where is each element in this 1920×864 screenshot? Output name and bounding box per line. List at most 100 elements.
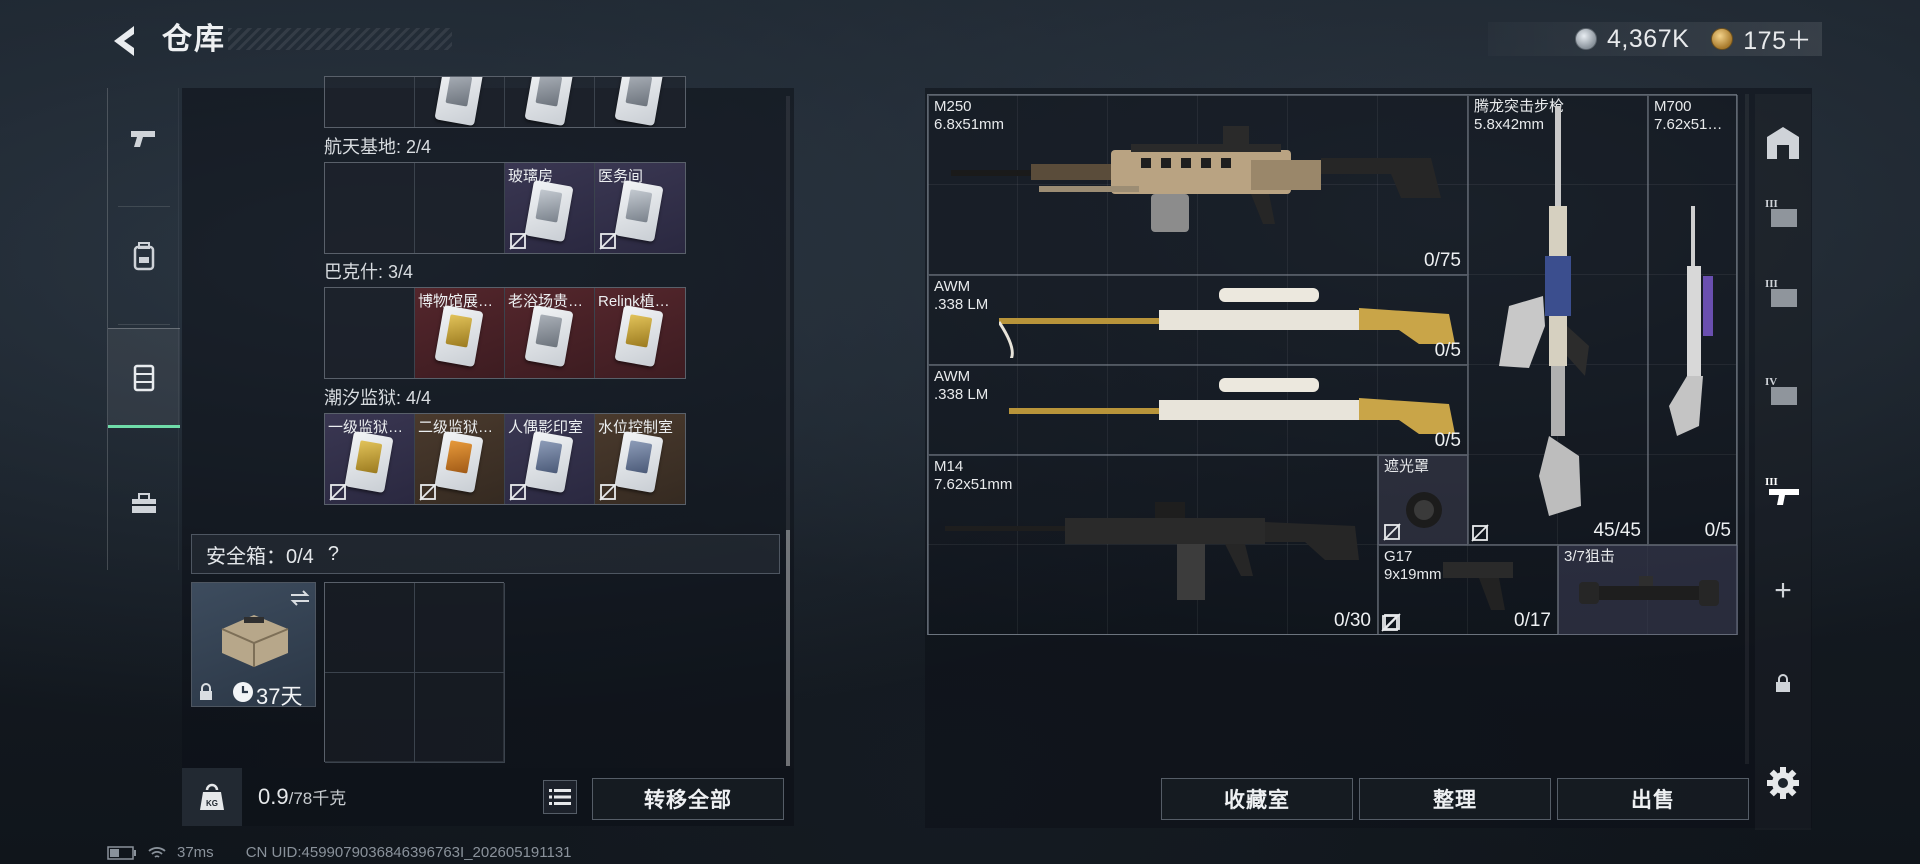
- nav-weapon-tier-3[interactable]: III: [1755, 456, 1811, 526]
- nav-home-base[interactable]: [1755, 108, 1811, 178]
- ammo-count: 0/30: [1334, 610, 1371, 631]
- currency-bar: 4,367K 175＋: [1488, 22, 1822, 56]
- key-slot[interactable]: 老浴场贵…: [505, 288, 595, 378]
- nav-container-tab[interactable]: [108, 328, 180, 428]
- keycard-icon: [614, 77, 664, 127]
- safe-slot-empty[interactable]: [415, 583, 505, 673]
- sort-button[interactable]: 整理: [1359, 778, 1551, 820]
- keycard-icon: [434, 430, 484, 494]
- attachment-slot-lens-hood[interactable]: 遮光罩: [1378, 455, 1468, 545]
- nav-toolbox-tab[interactable]: [108, 454, 180, 554]
- backpack-icon: [133, 242, 155, 271]
- nav-backpack-tab[interactable]: [108, 206, 180, 306]
- no-trade-icon: [509, 483, 527, 501]
- key-slot[interactable]: Relink植…: [595, 288, 685, 378]
- lock-icon: [1776, 674, 1790, 692]
- weapon-slot-m14[interactable]: M14 7.62x51mm 0/30: [928, 455, 1378, 635]
- add-button[interactable]: +: [1755, 556, 1811, 626]
- weapon-name: G17 9x19mm: [1384, 548, 1442, 583]
- keycard-icon: [434, 304, 484, 368]
- nav-helmet-tier-3[interactable]: III: [1755, 258, 1811, 328]
- nav-armor-tier-3[interactable]: III: [1755, 178, 1811, 248]
- battery-icon: [107, 845, 136, 860]
- weapon-slot-g17[interactable]: G17 9x19mm 0/17: [1378, 545, 1558, 635]
- tier-3-weapon-icon: III: [1765, 476, 1799, 505]
- right-side-nav: III III IV III +: [1755, 94, 1811, 830]
- key-slot-empty[interactable]: [325, 288, 415, 378]
- kg-text: KG: [206, 799, 218, 808]
- safe-slot-empty[interactable]: [415, 673, 505, 763]
- settings-button[interactable]: [1755, 748, 1811, 818]
- keycard-icon: [524, 304, 574, 368]
- safe-slot-empty[interactable]: [325, 583, 415, 673]
- storage-scrollbar-thumb[interactable]: [786, 530, 790, 766]
- key-slot[interactable]: 水位控制室: [595, 414, 685, 504]
- pistol-icon: [131, 131, 155, 147]
- no-trade-icon: [599, 483, 617, 501]
- weight-icon-box: KG: [182, 768, 242, 826]
- clock-icon: [233, 682, 253, 702]
- collection-room-button[interactable]: 收藏室: [1161, 778, 1353, 820]
- weapon-slot-awm-1[interactable]: AWM .338 LM 0/5: [928, 275, 1468, 365]
- keycard-icon: [344, 430, 394, 494]
- no-trade-icon: [509, 232, 527, 250]
- help-icon[interactable]: ?: [328, 543, 339, 566]
- nav-tier-4[interactable]: IV: [1755, 356, 1811, 426]
- tier-4-armor-icon: IV: [1765, 376, 1797, 405]
- safe-box-header: 安全箱：0/4 ?: [191, 534, 780, 574]
- key-row-top: [324, 76, 686, 128]
- uid-text: CN UID:4599079036846396763I_202605191131: [245, 844, 572, 861]
- key-slot[interactable]: [505, 77, 595, 127]
- back-arrow-icon[interactable]: [104, 20, 146, 62]
- attachment-name: 3/7狙击: [1564, 548, 1615, 565]
- scope-icon: [1579, 576, 1719, 606]
- list-icon: [549, 789, 571, 805]
- weapon-slot-tenglong[interactable]: 腾龙突击步枪 5.8x42mm 45/45: [1468, 95, 1648, 545]
- key-slot[interactable]: 人偶影印室: [505, 414, 595, 504]
- sell-button[interactable]: 出售: [1557, 778, 1749, 820]
- container-icon: [133, 364, 155, 392]
- weapon-scrollbar[interactable]: [1745, 94, 1749, 764]
- svg-text:III: III: [1765, 278, 1778, 290]
- assault-rifle-icon: [1499, 106, 1589, 516]
- nav-weapons-tab[interactable]: [108, 88, 180, 188]
- gold-coin-icon: [1711, 28, 1734, 50]
- keycard-icon: [524, 77, 574, 127]
- key-slot[interactable]: 博物馆展…: [415, 288, 505, 378]
- lens-hood-icon: [1406, 492, 1442, 528]
- no-trade-icon: [419, 483, 437, 501]
- safe-slot-empty[interactable]: [325, 673, 415, 763]
- key-slot[interactable]: [325, 77, 415, 127]
- keycard-icon: [614, 179, 664, 243]
- key-slot-empty[interactable]: [415, 163, 505, 253]
- lock-toggle[interactable]: [1755, 648, 1811, 718]
- key-slot[interactable]: [415, 77, 505, 127]
- key-slot[interactable]: [595, 77, 685, 127]
- keycard-icon: [614, 304, 664, 368]
- left-side-nav: [107, 88, 180, 570]
- safe-box-item[interactable]: 37天: [191, 582, 316, 709]
- status-footer: 37ms CN UID:4599079036846396763I_2026051…: [107, 844, 572, 861]
- svg-text:III: III: [1765, 476, 1778, 488]
- swap-icon[interactable]: [288, 589, 312, 607]
- page-title: 仓库: [162, 23, 226, 56]
- key-slot[interactable]: 玻璃房: [505, 163, 595, 253]
- ammo-count: 0/5: [1704, 520, 1731, 541]
- key-slot[interactable]: 二级监狱…: [415, 414, 505, 504]
- title-decoration: [228, 28, 452, 50]
- key-slot[interactable]: 医务间: [595, 163, 685, 253]
- weapon-slot-m250[interactable]: M250 6.8x51mm 0/75: [928, 95, 1468, 275]
- weapon-slot-m700[interactable]: M700 7.62x51… 0/5: [1648, 95, 1738, 545]
- attachment-slot-scope[interactable]: 3/7狙击: [1558, 545, 1738, 635]
- key-slot-empty[interactable]: [325, 163, 415, 253]
- key-slot[interactable]: 一级监狱…: [325, 414, 415, 504]
- tier-3-armor-icon: III: [1765, 198, 1797, 227]
- weapon-name: M700 7.62x51…: [1654, 98, 1723, 133]
- transfer-all-button[interactable]: 转移全部: [592, 778, 784, 820]
- gold-currency-value[interactable]: 175＋: [1743, 21, 1812, 57]
- safe-case-icon: [221, 615, 289, 667]
- weapon-slot-awm-2[interactable]: AWM .338 LM 0/5: [928, 365, 1468, 455]
- no-trade-icon: [1381, 614, 1399, 632]
- list-view-button[interactable]: [543, 780, 577, 814]
- section-label-space-base: 航天基地: 2/4: [324, 137, 432, 157]
